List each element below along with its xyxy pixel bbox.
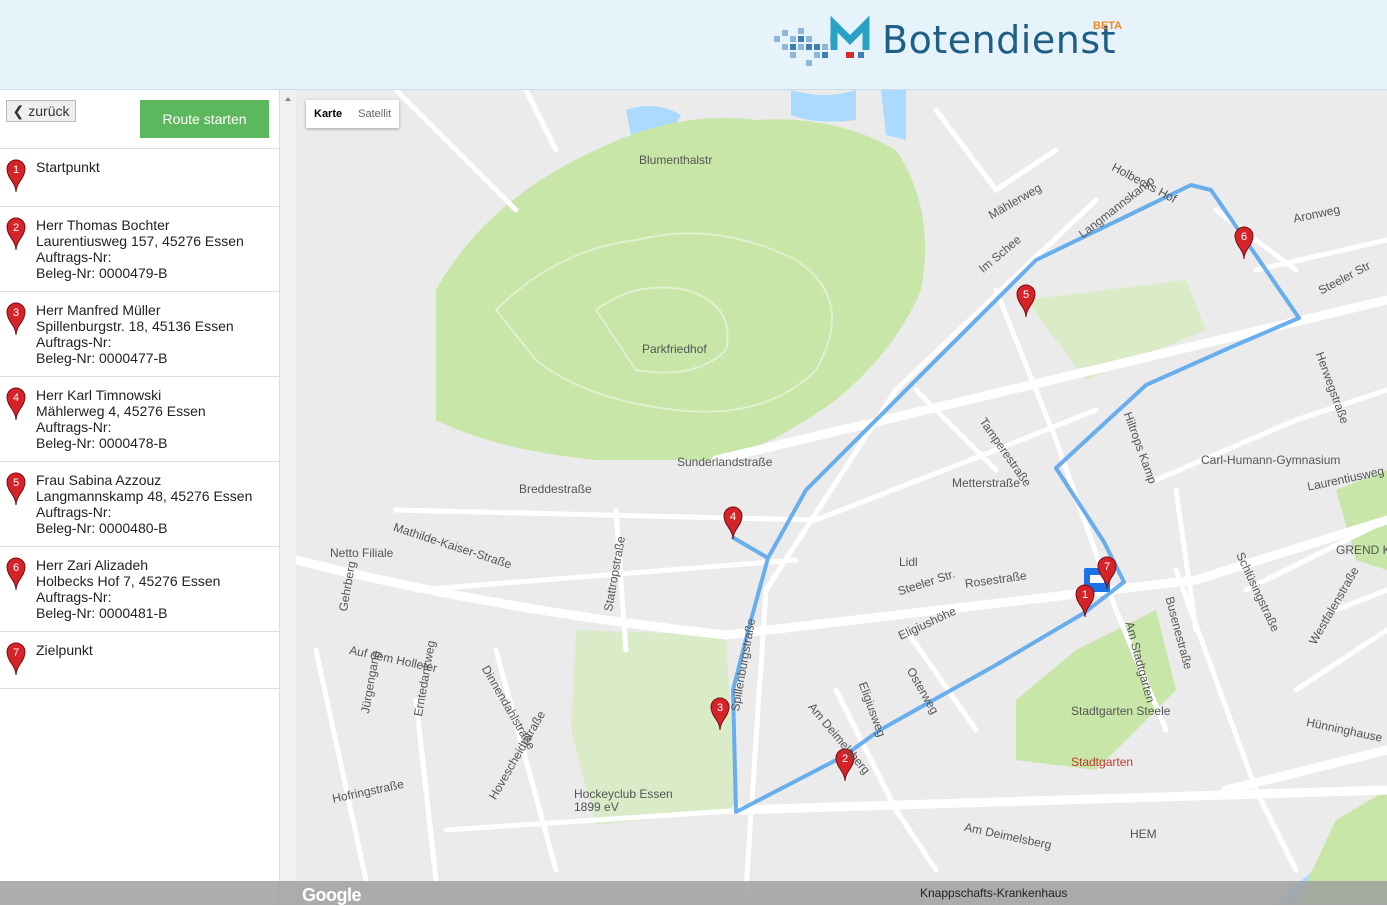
- map-type-toggle[interactable]: Karte Satellit: [306, 100, 400, 128]
- stop-item[interactable]: 6 Herr Zari Alizadeh Holbecks Hof 7, 45276…: [0, 546, 279, 631]
- svg-text:4: 4: [13, 392, 19, 404]
- lake-shape: [791, 90, 856, 122]
- svg-text:6: 6: [13, 562, 19, 574]
- map-label: GREND K: [1336, 543, 1387, 557]
- map-pin-icon: 7: [6, 642, 26, 676]
- stop-line: Beleg-Nr: 0000478-B: [36, 435, 168, 451]
- stop-line: Beleg-Nr: 0000480-B: [36, 520, 168, 536]
- stop-line: Mählerweg 4, 45276 Essen: [36, 403, 206, 419]
- stop-line: Frau Sabina Azzouz: [36, 472, 162, 488]
- start-route-button[interactable]: Route starten: [140, 100, 269, 138]
- map-label: Metterstraße: [952, 476, 1021, 490]
- stop-item[interactable]: 2 Herr Thomas Bochter Laurentiusweg 157, 4…: [0, 206, 279, 291]
- chevron-left-icon: ❮: [12, 102, 25, 119]
- map-label: Lidl: [899, 555, 918, 569]
- map-label: Sunderlandstraße: [677, 455, 773, 469]
- map-label: Blumenthalstr: [639, 153, 713, 167]
- map-pin-icon: 6: [6, 557, 26, 591]
- stop-item[interactable]: 7 Zielpunkt: [0, 631, 279, 689]
- stop-line: Langmannskamp 48, 45276 Essen: [36, 488, 253, 504]
- logo-text: Botendienst: [882, 18, 1117, 62]
- stop-details: Herr Zari Alizadeh Holbecks Hof 7, 45276 …: [36, 557, 220, 621]
- map-label: Breddestraße: [519, 482, 592, 496]
- stop-line: Beleg-Nr: 0000479-B: [36, 265, 168, 281]
- stop-line: Beleg-Nr: 0000477-B: [36, 350, 168, 366]
- sidebar-scrollbar[interactable]: [280, 90, 296, 905]
- stop-line: Auftrags-Nr:: [36, 419, 112, 435]
- beta-badge: BETA: [1093, 20, 1123, 32]
- map-pin-icon: 2: [6, 217, 26, 251]
- map-canvas[interactable]: [296, 90, 1387, 905]
- map-pin-icon: 5: [6, 472, 26, 506]
- svg-text:2: 2: [13, 222, 19, 234]
- map-label: Carl-Humann-Gymnasium: [1201, 453, 1341, 467]
- svg-text:7: 7: [1104, 561, 1110, 573]
- stop-list-panel: ❮ zurück Route starten 1 Startpunkt 2 Herr …: [0, 90, 280, 905]
- svg-text:3: 3: [717, 702, 723, 714]
- map-pin-icon: 3: [6, 302, 26, 336]
- stop-line: Herr Zari Alizadeh: [36, 557, 149, 573]
- map-label: Stadtgarten: [1071, 755, 1134, 769]
- pixel-logo-icon: [774, 15, 870, 66]
- stop-details: Herr Karl Timnowski Mählerweg 4, 45276 Es…: [36, 387, 206, 451]
- map-label: Parkfriedhof: [642, 342, 707, 356]
- stop-details: Startpunkt: [36, 159, 100, 175]
- map-label: Hockeyclub Essen 1899 eV: [574, 787, 673, 814]
- stop-item[interactable]: 5 Frau Sabina Azzouz Langmannskamp 48, 452…: [0, 461, 279, 546]
- stop-line: Holbecks Hof 7, 45276 Essen: [36, 573, 221, 589]
- stop-item[interactable]: 4 Herr Karl Timnowski Mählerweg 4, 45276 E…: [0, 376, 279, 461]
- stop-line: Spillenburgstr. 18, 45136 Essen: [36, 318, 234, 334]
- stop-line: Zielpunkt: [36, 642, 93, 658]
- botendienst-logo[interactable]: Botendienst BETA: [772, 15, 1132, 72]
- map-type-satellite[interactable]: Satellit: [350, 100, 399, 128]
- stop-details: Herr Thomas Bochter Laurentiusweg 157, 45…: [36, 217, 244, 281]
- stop-line: Startpunkt: [36, 159, 100, 175]
- svg-text:5: 5: [1023, 289, 1029, 301]
- map-label: HEM: [1130, 827, 1157, 841]
- map-footer: [0, 881, 1387, 905]
- map-type-map[interactable]: Karte: [306, 100, 350, 128]
- stop-line: Beleg-Nr: 0000481-B: [36, 605, 168, 621]
- stop-line: Auftrags-Nr:: [36, 589, 112, 605]
- stop-details: Zielpunkt: [36, 642, 93, 658]
- svg-text:4: 4: [730, 511, 736, 523]
- svg-text:5: 5: [13, 477, 19, 489]
- svg-text:6: 6: [1241, 231, 1247, 243]
- poi-label: Knappschafts-Krankenhaus: [920, 886, 1068, 900]
- stop-line: Herr Thomas Bochter: [36, 217, 170, 233]
- stop-line: Auftrags-Nr:: [36, 334, 112, 350]
- lake-shape: [881, 90, 906, 140]
- map-pin-icon: 4: [6, 387, 26, 421]
- svg-text:1: 1: [1082, 589, 1088, 601]
- stop-line: Auftrags-Nr:: [36, 504, 112, 520]
- svg-text:1: 1: [13, 164, 19, 176]
- stop-item[interactable]: 3 Herr Manfred Müller Spillenburgstr. 18, …: [0, 291, 279, 376]
- back-button[interactable]: ❮ zurück: [6, 100, 76, 122]
- map-label: Netto Filiale: [330, 546, 394, 560]
- app-header: Botendienst BETA: [0, 0, 1387, 90]
- map-pin-icon: 1: [6, 159, 26, 193]
- scroll-up-icon[interactable]: [280, 90, 296, 106]
- svg-text:3: 3: [13, 307, 19, 319]
- stop-line: Herr Karl Timnowski: [36, 387, 162, 403]
- svg-text:7: 7: [13, 647, 19, 659]
- map-label: Stadtgarten Steele: [1071, 704, 1171, 718]
- stop-item[interactable]: 1 Startpunkt: [0, 148, 279, 206]
- back-label: zurück: [28, 103, 70, 119]
- route-map[interactable]: 1234567 Blumenthalstr Parkfriedhof Holbeck…: [296, 90, 1387, 905]
- stop-line: Laurentiusweg 157, 45276 Essen: [36, 233, 244, 249]
- stop-details: Herr Manfred Müller Spillenburgstr. 18, 4…: [36, 302, 234, 366]
- stop-line: Herr Manfred Müller: [36, 302, 161, 318]
- google-logo: Google: [302, 885, 362, 905]
- stop-line: Auftrags-Nr:: [36, 249, 112, 265]
- stop-details: Frau Sabina Azzouz Langmannskamp 48, 4527…: [36, 472, 252, 536]
